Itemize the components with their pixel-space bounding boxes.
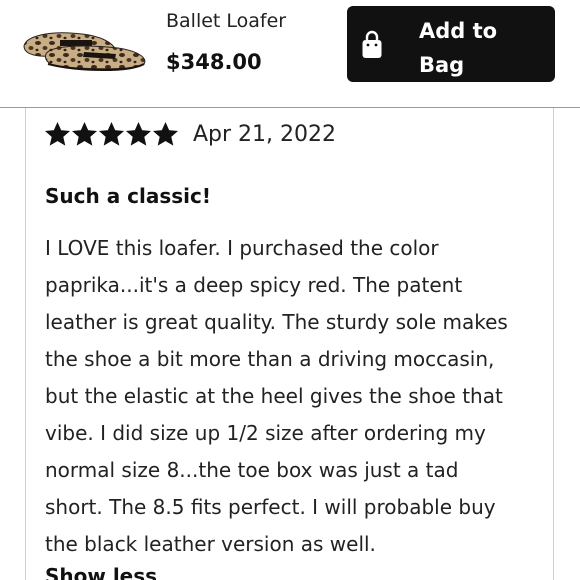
shopping-bag-icon — [362, 30, 382, 58]
product-name: Ballet Loafer — [166, 10, 287, 32]
review-body-line: the black leather version as well. — [45, 532, 376, 556]
star-filled-icon — [126, 122, 151, 146]
star-filled-icon — [45, 122, 70, 146]
review-body-line: vibe. I did size up 1/2 size after order… — [45, 421, 486, 445]
review-body-line: but the elastic at the heel gives the sh… — [45, 384, 503, 408]
review-card: Apr 21, 2022 Such a classic! I LOVE this… — [25, 108, 554, 580]
review-body-line: leather is great quality. The sturdy sol… — [45, 310, 508, 334]
review-body-line: paprika...it's a deep spicy red. The pat… — [45, 273, 463, 297]
product-price: $348.00 — [166, 50, 262, 74]
review-title: Such a classic! — [45, 184, 212, 208]
review-body-line: I LOVE this loafer. I purchased the colo… — [45, 236, 439, 260]
review-body-line: short. The 8.5 fits perfect. I will prob… — [45, 495, 496, 519]
product-header: Ballet Loafer $348.00 Add to Bag — [0, 0, 580, 108]
add-to-bag-button[interactable]: Add to Bag — [347, 6, 555, 82]
show-less-link[interactable]: Show less — [45, 564, 157, 580]
review-body-line: normal size 8...the toe box was just a t… — [45, 458, 459, 482]
product-thumbnail[interactable] — [20, 16, 150, 76]
review-date: Apr 21, 2022 — [193, 122, 337, 147]
star-filled-icon — [72, 122, 97, 146]
star-rating — [45, 122, 178, 152]
add-to-bag-label: Add to Bag — [419, 19, 498, 77]
star-filled-icon — [99, 122, 124, 146]
review-body-line: the shoe a bit more than a driving mocca… — [45, 347, 495, 371]
review-body: I LOVE this loafer. I purchased the colo… — [45, 230, 545, 563]
star-filled-icon — [153, 122, 178, 146]
